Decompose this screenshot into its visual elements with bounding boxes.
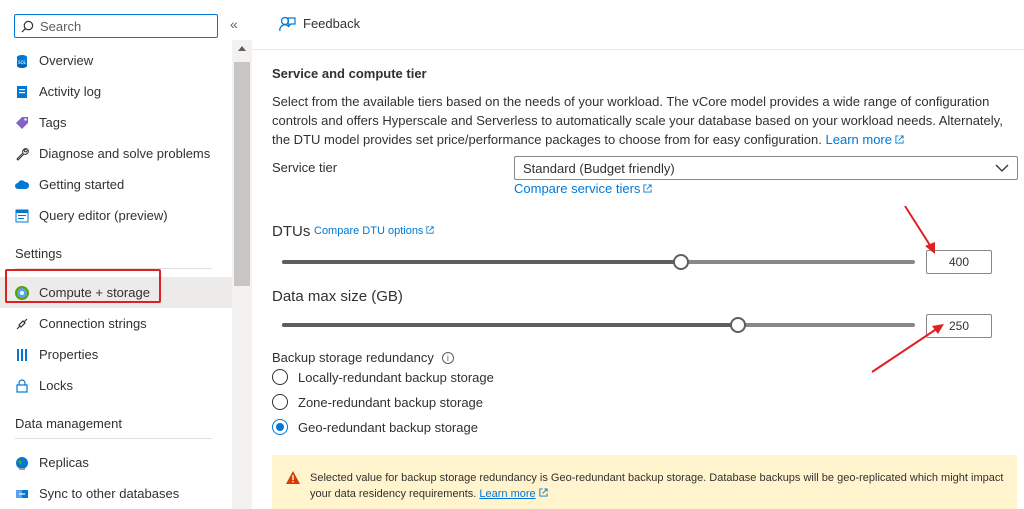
dtu-slider-fill	[282, 260, 681, 264]
radio-locally-redundant[interactable]: Locally-redundant backup storage	[272, 369, 494, 385]
settings-heading: Settings	[0, 238, 232, 269]
sidebar-item-connection-strings[interactable]: Connection strings	[0, 308, 232, 339]
tag-icon	[15, 116, 29, 130]
sidebar-item-locks[interactable]: Locks	[0, 370, 232, 401]
learn-more-link[interactable]: Learn more	[826, 132, 904, 147]
sidebar-item-tags[interactable]: Tags	[0, 107, 232, 138]
sidebar-item-properties[interactable]: Properties	[0, 339, 232, 370]
sidebar-item-replicas[interactable]: Replicas	[0, 447, 232, 478]
properties-icon	[15, 348, 29, 362]
radio-label: Geo-redundant backup storage	[298, 419, 478, 435]
feedback-button[interactable]: Feedback	[279, 15, 360, 32]
radio-zone-redundant[interactable]: Zone-redundant backup storage	[272, 394, 483, 410]
scrollbar-thumb[interactable]	[234, 62, 250, 286]
data-max-size-label: Data max size (GB)	[272, 288, 403, 305]
cloud-icon	[15, 178, 29, 192]
backup-redundancy-text: Backup storage redundancy	[272, 350, 434, 365]
compare-dtu-label: Compare DTU options	[314, 225, 424, 237]
annotation-arrow-dtu	[904, 205, 935, 254]
sidebar-item-label: Query editor (preview)	[39, 208, 168, 223]
compare-tiers-label: Compare service tiers	[514, 181, 641, 196]
search-icon	[21, 20, 34, 32]
toolbar: Feedback	[252, 0, 1024, 50]
sidebar-item-label: Locks	[39, 378, 73, 393]
sidebar: Search « SQL Overview Activity log Tags …	[0, 0, 252, 509]
wrench-icon	[15, 147, 29, 161]
external-link-icon	[426, 226, 435, 234]
radio-circle[interactable]	[272, 369, 288, 385]
warning-learn-more-link[interactable]: Learn more	[479, 488, 535, 500]
compare-dtu-link[interactable]: Compare DTU options	[314, 225, 435, 237]
radio-geo-redundant[interactable]: Geo-redundant backup storage	[272, 419, 478, 435]
service-tier-dropdown[interactable]: Standard (Budget friendly)	[514, 156, 1018, 180]
feedback-icon	[279, 16, 296, 32]
scroll-up-icon[interactable]	[238, 46, 246, 51]
chevron-down-icon	[995, 164, 1009, 172]
radio-circle[interactable]	[272, 394, 288, 410]
service-tier-value: Standard (Budget friendly)	[523, 160, 675, 176]
service-tier-label: Service tier	[272, 160, 338, 175]
section-title: Service and compute tier	[272, 66, 427, 81]
sidebar-item-label: Activity log	[39, 84, 102, 99]
search-input[interactable]: Search	[14, 14, 218, 38]
selection-highlight	[5, 269, 161, 303]
radio-circle-selected[interactable]	[272, 419, 288, 435]
dtu-label: DTUs	[272, 223, 311, 240]
backup-redundancy-label: Backup storage redundancy i	[272, 350, 454, 365]
annotation-arrow-datamax	[871, 324, 944, 373]
data-max-size-slider-thumb[interactable]	[729, 317, 746, 333]
sidebar-item-overview[interactable]: SQL Overview	[0, 45, 232, 76]
info-icon[interactable]: i	[441, 351, 454, 364]
plug-icon	[15, 317, 29, 331]
warning-banner: Selected value for backup storage redund…	[272, 455, 1017, 509]
radio-label: Zone-redundant backup storage	[298, 394, 484, 410]
svg-text:SQL: SQL	[18, 60, 27, 65]
sidebar-item-query-editor[interactable]: Query editor (preview)	[0, 200, 232, 231]
external-link-icon	[895, 135, 904, 144]
sidebar-item-getting-started[interactable]: Getting started	[0, 169, 232, 200]
feedback-label: Feedback	[303, 16, 361, 31]
warning-text: Selected value for backup storage redund…	[310, 472, 1004, 500]
data-max-size-slider-fill	[282, 323, 738, 327]
sidebar-item-activity-log[interactable]: Activity log	[0, 76, 232, 107]
lock-icon	[15, 378, 29, 393]
warning-learn-more-label: Learn more	[479, 488, 536, 500]
activity-log-icon	[15, 85, 29, 99]
query-editor-icon	[15, 209, 29, 223]
sync-icon	[15, 487, 29, 501]
sql-database-icon: SQL	[15, 54, 29, 68]
data-max-size-slider[interactable]	[282, 317, 915, 333]
sidebar-item-label: Tags	[39, 115, 67, 130]
sidebar-item-label: Overview	[39, 53, 94, 68]
external-link-icon	[643, 184, 652, 193]
sidebar-item-label: Sync to other databases	[39, 486, 180, 501]
learn-more-label: Learn more	[825, 132, 892, 147]
globe-icon	[15, 456, 29, 470]
sidebar-item-diagnose[interactable]: Diagnose and solve problems	[0, 138, 232, 169]
sidebar-scrollbar[interactable]	[232, 40, 252, 509]
external-link-icon	[539, 488, 548, 497]
sidebar-item-label: Properties	[39, 347, 99, 362]
compare-service-tiers-link[interactable]: Compare service tiers	[514, 181, 652, 196]
section-description: Select from the available tiers based on…	[272, 92, 1022, 149]
dtu-slider-thumb[interactable]	[672, 254, 689, 270]
dtu-slider[interactable]	[282, 254, 915, 270]
sidebar-item-label: Replicas	[39, 455, 89, 470]
search-placeholder: Search	[40, 18, 82, 34]
sidebar-item-label: Getting started	[39, 177, 125, 192]
warning-icon	[286, 471, 300, 484]
sidebar-item-label: Connection strings	[39, 316, 147, 331]
sidebar-item-sync[interactable]: Sync to other databases	[0, 478, 232, 509]
sidebar-item-label: Diagnose and solve problems	[39, 146, 211, 161]
data-management-heading: Data management	[0, 408, 232, 439]
collapse-sidebar-button[interactable]: «	[230, 16, 238, 32]
radio-label: Locally-redundant backup storage	[298, 369, 494, 385]
